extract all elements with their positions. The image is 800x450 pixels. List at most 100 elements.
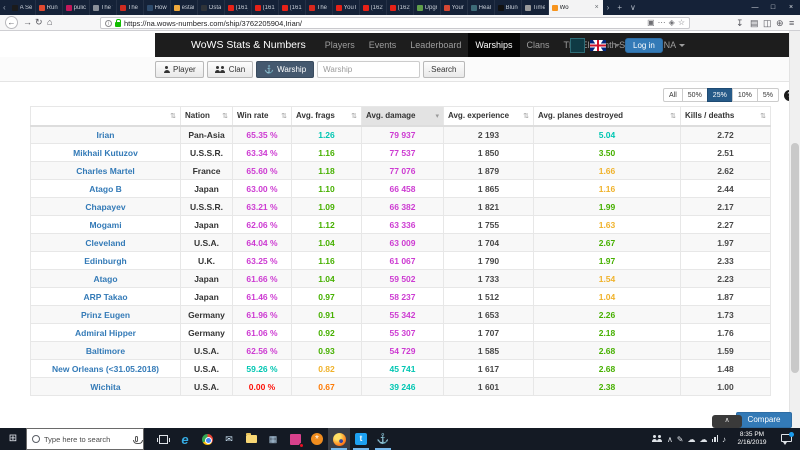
tab-list-dropdown-icon[interactable]: ∨ [626,0,640,15]
filter-button-5pct[interactable]: 5% [756,88,779,102]
ship-link[interactable]: Mikhail Kutuzov [30,143,181,162]
compare-button[interactable]: Compare [736,412,792,428]
filter-button-25pct[interactable]: 25% [706,88,733,102]
gear-app-icon[interactable]: * [306,428,328,450]
column-header-avg-experience[interactable]: Avg. experience ⇅ [443,106,534,127]
mail-icon[interactable]: ✉ [218,428,240,450]
browser-tab[interactable]: Blund [495,0,522,15]
tab-scroll-left-icon[interactable]: ‹ [0,0,9,15]
onedrive-icon[interactable]: ☁ [700,435,708,444]
browser-home-button[interactable]: ⌂ [47,16,52,29]
window-maximize-button[interactable]: □ [764,0,782,15]
volume-icon[interactable]: ♪ [722,435,726,444]
browser-tab[interactable]: The C [306,0,333,15]
browser-tab[interactable]: Upgra [414,0,441,15]
browser-tab[interactable]: (161) [252,0,279,15]
calculator-icon[interactable]: ▦ [262,428,284,450]
browser-tab[interactable]: pulic [63,0,90,15]
chevron-up-icon[interactable]: ∧ [667,435,673,444]
login-button[interactable]: Log in [625,37,663,53]
window-close-button[interactable]: × [782,0,800,15]
browser-tab[interactable]: Wo × [548,0,603,15]
nav-item-warships[interactable]: Warships [468,33,520,57]
column-header-nation[interactable]: Nation ⇅ [180,106,233,127]
ship-link[interactable]: Wichita [30,377,181,396]
action-center-icon[interactable] [781,432,794,445]
language-flag-uk-icon[interactable] [590,39,606,51]
chrome-icon[interactable] [196,428,218,450]
taskbar-search-box[interactable]: Type here to search [26,428,144,450]
url-text[interactable]: https://na.wows-numbers.com/ship/3762205… [124,19,302,28]
clan-search-tab[interactable]: Clan [206,61,254,78]
browser-tab[interactable]: (161) [225,0,252,15]
browser-tab[interactable]: YouTu [333,0,360,15]
site-info-icon[interactable]: i [105,19,112,27]
start-button[interactable]: ⊞ [0,428,26,450]
extensions-icon[interactable]: ⊕ [776,17,784,29]
pen-icon[interactable]: ✎ [677,435,684,444]
nav-item-leaderboard[interactable]: Leaderboard [403,33,468,57]
shield-icon[interactable]: ◈ [669,18,675,28]
warship-search-input[interactable] [317,61,421,78]
ship-link[interactable]: Cleveland [30,233,181,252]
ship-link[interactable]: Chapayev [30,197,181,216]
ship-link[interactable]: Baltimore [30,341,181,360]
filter-button-10pct[interactable]: 10% [731,88,758,102]
library-icon[interactable]: ▤ [750,17,759,29]
taskbar-clock[interactable]: 8:35 PM 2/16/2019 [732,431,772,447]
sidebar-icon[interactable]: ◫ [763,17,772,29]
ship-link[interactable]: Atago [30,269,181,288]
ship-link[interactable]: ARP Takao [30,287,181,306]
task-view-icon[interactable] [152,428,174,450]
twitter-icon[interactable]: t [350,428,372,450]
browser-back-button[interactable]: ← [5,16,18,29]
browser-tab[interactable]: (162) [360,0,387,15]
file-explorer-icon[interactable] [240,428,262,450]
column-header-avg-planes-destroyed[interactable]: Avg. planes destroyed ⇅ [533,106,681,127]
browser-tab[interactable]: (162) [387,0,414,15]
ship-link[interactable]: Admiral Hipper [30,323,181,342]
tab-overflow-icon[interactable]: › [603,0,614,15]
browser-tab[interactable]: How t [144,0,171,15]
ship-link[interactable]: Charles Martel [30,161,181,180]
nav-item-clans[interactable]: Clans [520,33,557,57]
site-brand[interactable]: WoWS Stats & Numbers [191,39,306,51]
container-icon[interactable]: ▣ [647,18,655,28]
nav-square-icon[interactable] [570,37,585,53]
microphone-icon[interactable] [133,436,143,444]
page-scrollbar[interactable] [789,31,800,428]
player-search-tab[interactable]: Player [155,61,204,78]
ship-link[interactable]: Irian [30,125,181,144]
photos-icon[interactable] [284,428,306,450]
window-minimize-button[interactable]: — [746,0,764,15]
column-header-avg-frags[interactable]: Avg. frags ⇅ [291,106,362,127]
nav-item-players[interactable]: Players [318,33,362,57]
column-header[interactable]: ⇅ [30,106,181,127]
filter-button-50pct[interactable]: 50% [681,88,708,102]
tab-close-icon[interactable]: × [595,0,599,15]
browser-forward-button[interactable]: → [23,16,32,29]
wows-anchor-icon[interactable]: ⚓ [372,428,394,450]
ship-link[interactable]: Edinburgh [30,251,181,270]
warship-search-tab[interactable]: ⚓ Warship [256,61,315,78]
scroll-to-top-button[interactable]: ∧ [712,415,742,428]
browser-reload-button[interactable]: ↻ [35,16,43,29]
browser-tab[interactable]: The W [90,0,117,15]
browser-tab[interactable]: Your [441,0,468,15]
browser-tab[interactable]: Ostar [198,0,225,15]
url-bar[interactable]: i https://na.wows-numbers.com/ship/37622… [100,17,690,29]
column-header-kills-deaths[interactable]: Kills / deaths ⇅ [680,106,771,127]
ship-link[interactable]: Mogami [30,215,181,234]
people-icon[interactable] [651,434,663,444]
edge-icon[interactable]: e [174,428,196,450]
ship-link[interactable]: Prinz Eugen [30,305,181,324]
column-header-win-rate[interactable]: Win rate ⇅ [232,106,292,127]
signal-icon[interactable] [711,434,718,444]
cloud-icon[interactable]: ☁ [688,435,696,444]
download-icon[interactable]: ↧ [736,17,744,29]
nav-item-events[interactable]: Events [362,33,404,57]
ship-link[interactable]: Atago B [30,179,181,198]
browser-tab[interactable]: Time [522,0,549,15]
ship-link[interactable]: New Orleans (<31.05.2018) [30,359,181,378]
column-header-avg-damage[interactable]: Avg. damage ▾ [361,106,444,127]
